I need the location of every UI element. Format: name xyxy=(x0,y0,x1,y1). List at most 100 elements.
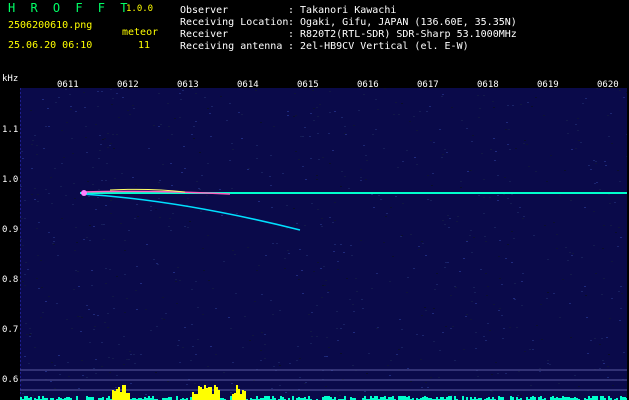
noise-dot xyxy=(607,115,609,116)
edge-dot xyxy=(20,208,21,210)
noise-dot xyxy=(470,230,472,231)
noise-dot xyxy=(36,278,38,279)
noise-dot xyxy=(95,373,97,374)
noise-dot xyxy=(375,129,377,130)
noise-dot xyxy=(454,360,456,361)
noise-dot xyxy=(41,287,43,288)
noise-dot xyxy=(206,195,208,196)
noise-dot xyxy=(599,189,601,190)
noise-dot xyxy=(505,258,507,259)
noise-dot xyxy=(20,186,22,187)
noise-dot xyxy=(329,217,331,218)
noise-dot xyxy=(578,140,580,141)
noise-dot xyxy=(51,362,53,363)
noise-dot xyxy=(526,144,528,145)
noise-dot xyxy=(441,157,443,158)
noise-dot xyxy=(30,333,32,334)
edge-dot xyxy=(20,140,21,142)
noise-dot xyxy=(88,190,90,191)
noise-dot xyxy=(293,208,295,209)
activity-bar xyxy=(124,385,126,400)
noise-dot xyxy=(51,203,53,204)
noise-dot xyxy=(337,391,339,392)
edge-dot xyxy=(20,300,21,302)
noise-dot xyxy=(326,356,328,357)
edge-dot xyxy=(20,224,21,226)
noise-dot xyxy=(177,267,179,268)
noise-dot xyxy=(24,274,26,275)
noise-dot xyxy=(232,250,234,251)
noise-dot xyxy=(497,373,499,374)
noise-dot xyxy=(484,236,486,237)
noise-dot xyxy=(37,201,39,202)
noise-dot xyxy=(341,171,343,172)
noise-dot xyxy=(507,244,509,245)
noise-dot xyxy=(247,169,249,170)
noise-dot xyxy=(293,225,295,226)
noise-dot xyxy=(311,312,313,313)
noise-dot xyxy=(539,368,541,369)
noise-dot xyxy=(501,284,503,285)
noise-dot xyxy=(444,267,446,268)
noise-dot xyxy=(70,109,72,110)
noise-dot xyxy=(127,110,129,111)
noise-dot xyxy=(72,204,74,205)
noise-dot xyxy=(431,185,433,186)
noise-dot xyxy=(193,138,195,139)
noise-dot xyxy=(406,292,408,293)
noise-dot xyxy=(101,91,103,92)
noise-dot xyxy=(270,155,272,156)
noise-dot xyxy=(316,179,318,180)
noise-dot xyxy=(176,303,178,304)
noise-dot xyxy=(418,246,420,247)
noise-dot xyxy=(429,106,431,107)
activity-bar xyxy=(212,394,214,400)
noise-dot xyxy=(128,230,130,231)
activity-bar xyxy=(240,394,242,400)
noise-dot xyxy=(603,278,605,279)
noise-dot xyxy=(78,286,80,287)
noise-dot xyxy=(593,211,595,212)
noise-dot xyxy=(50,381,52,382)
noise-dot xyxy=(321,218,323,219)
noise-dot xyxy=(449,218,451,219)
noise-dot xyxy=(22,245,24,246)
noise-dot xyxy=(61,218,63,219)
edge-dot xyxy=(20,128,21,130)
noise-dot xyxy=(567,133,569,134)
noise-dot xyxy=(499,278,501,279)
activity-bar xyxy=(370,396,372,400)
noise-dot xyxy=(179,93,181,94)
noise-dot xyxy=(610,225,612,226)
noise-dot xyxy=(87,181,89,182)
noise-dot xyxy=(540,304,542,305)
noise-dot xyxy=(399,319,401,320)
noise-dot xyxy=(477,376,479,377)
noise-dot xyxy=(43,148,45,149)
info-receiver: Receiver: R820T2(RTL-SDR) SDR-Sharp 53.1… xyxy=(180,29,517,40)
noise-dot xyxy=(373,207,375,208)
noise-dot xyxy=(550,155,552,156)
noise-dot xyxy=(430,140,432,141)
noise-dot xyxy=(499,308,501,309)
noise-dot xyxy=(425,382,427,383)
noise-dot xyxy=(52,243,54,244)
noise-dot xyxy=(483,95,485,96)
edge-dot xyxy=(20,308,21,310)
noise-dot xyxy=(490,149,492,150)
info-value: : 2el-HB9CV Vertical (el. E-W) xyxy=(288,41,469,52)
noise-dot xyxy=(471,141,473,142)
noise-dot xyxy=(398,349,400,350)
noise-dot xyxy=(128,88,130,89)
noise-dot xyxy=(623,352,625,353)
noise-dot xyxy=(494,227,496,228)
noise-dot xyxy=(392,256,394,257)
activity-bar xyxy=(596,396,598,400)
noise-dot xyxy=(588,165,590,166)
noise-dot xyxy=(517,212,519,213)
activity-bar xyxy=(272,396,274,400)
noise-dot xyxy=(112,296,114,297)
noise-dot xyxy=(511,262,513,263)
noise-dot xyxy=(157,264,159,265)
noise-dot xyxy=(20,239,22,240)
